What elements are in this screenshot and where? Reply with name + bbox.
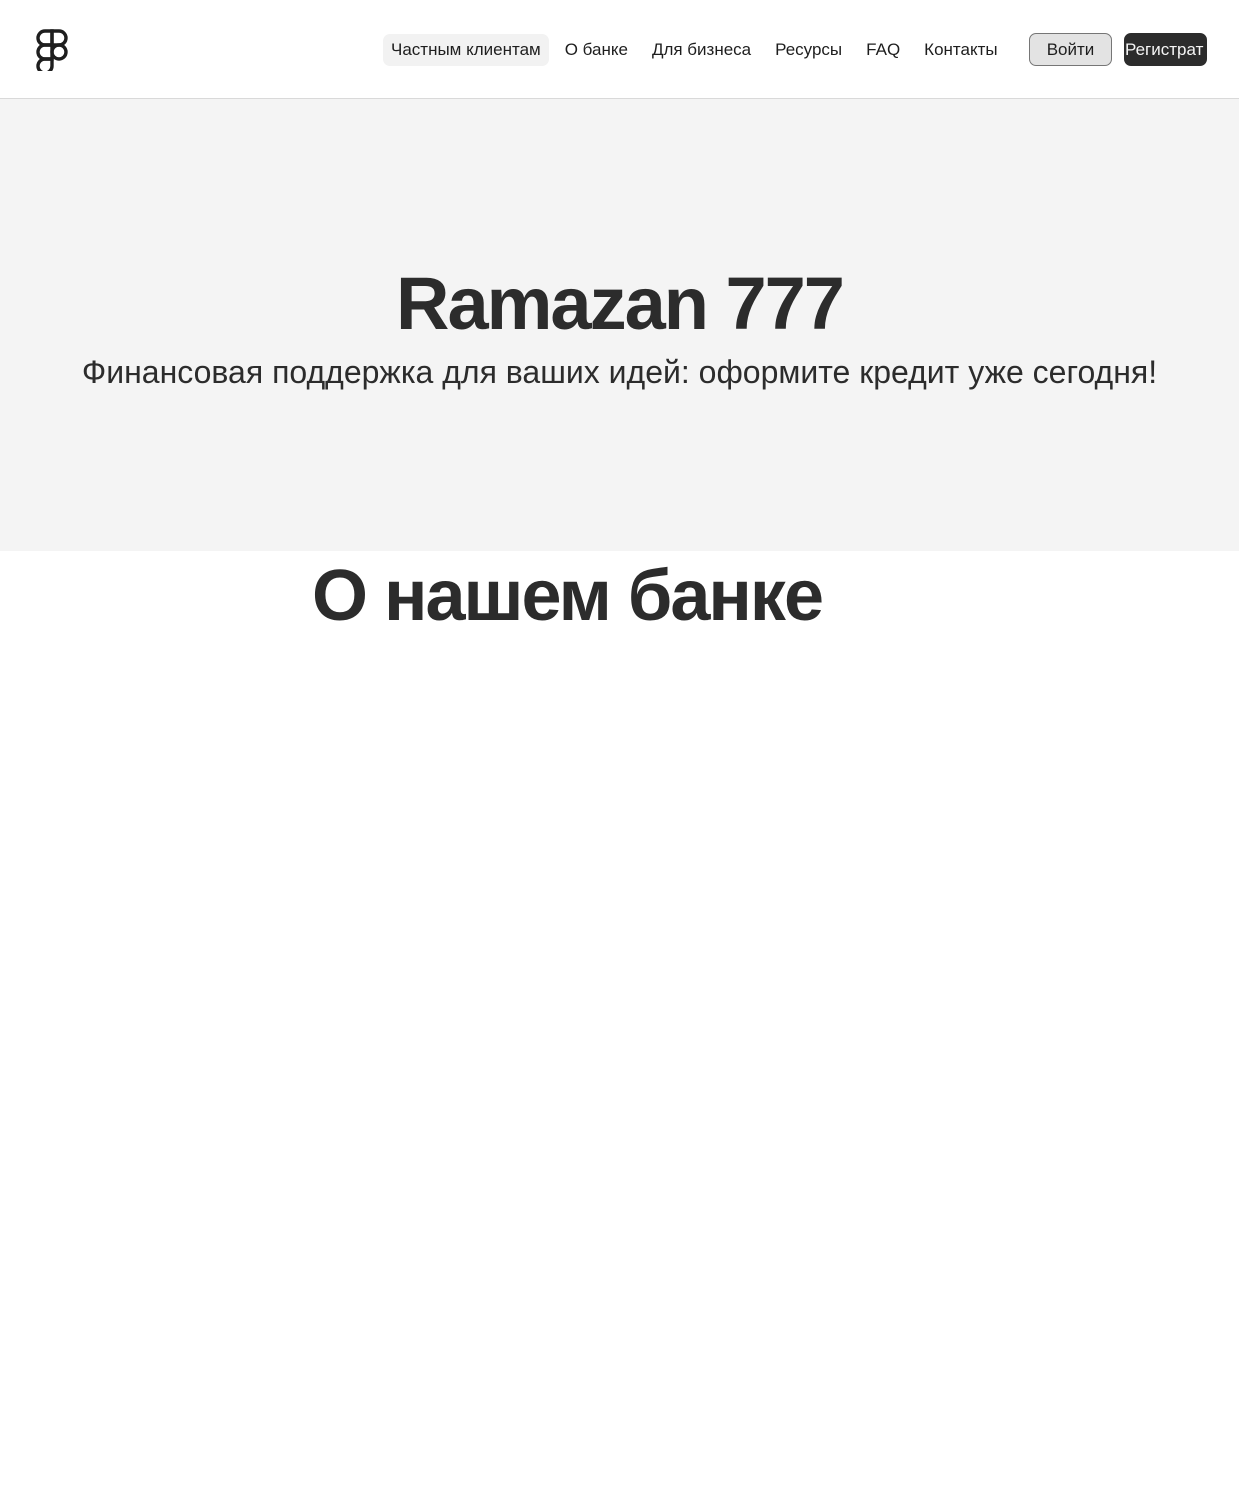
nav-item-contacts[interactable]: Контакты: [916, 34, 1005, 66]
figma-logo-icon[interactable]: [36, 29, 68, 71]
nav-item-business[interactable]: Для бизнеса: [644, 34, 759, 66]
hero-title: Ramazan 777: [396, 262, 845, 345]
about-section-title: О нашем банке: [312, 556, 824, 636]
main-nav: Частным клиентам О банке Для бизнеса Рес…: [383, 34, 1006, 66]
nav-item-about-bank[interactable]: О банке: [557, 34, 636, 66]
login-button[interactable]: Войти: [1029, 33, 1112, 66]
hero-section: Ramazan 777 Финансовая поддержка для ваш…: [0, 99, 1239, 551]
nav-item-resources[interactable]: Ресурсы: [767, 34, 850, 66]
nav-item-faq[interactable]: FAQ: [858, 34, 908, 66]
nav-item-private-clients[interactable]: Частным клиентам: [383, 34, 549, 66]
register-button[interactable]: Регистрат: [1124, 33, 1207, 66]
hero-subtitle: Финансовая поддержка для ваших идей: офо…: [81, 354, 1158, 390]
site-header: Частным клиентам О банке Для бизнеса Рес…: [0, 0, 1239, 99]
